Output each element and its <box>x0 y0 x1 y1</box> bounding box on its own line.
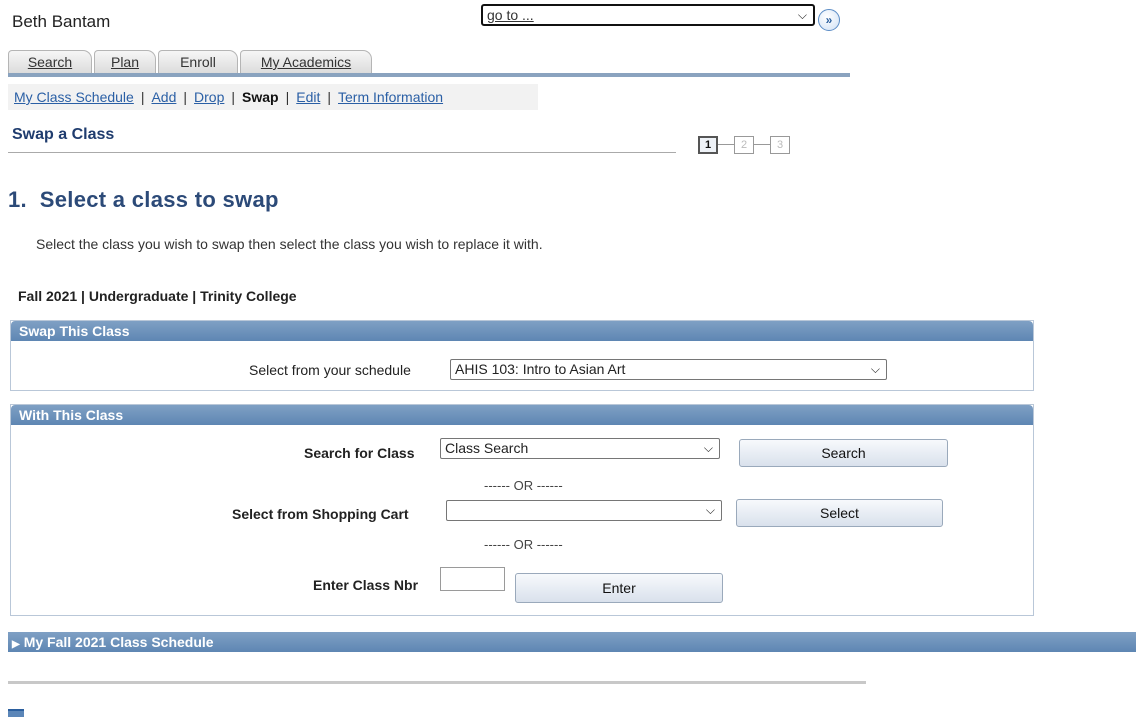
goto-select[interactable]: go to ... ⌵ <box>481 4 815 26</box>
subnav-separator: | <box>183 89 188 105</box>
go-button[interactable]: » <box>818 9 840 31</box>
or-divider: ------ OR ------ <box>484 537 563 552</box>
tab-label: Enroll <box>180 54 216 70</box>
subnav-add[interactable]: Add <box>151 89 176 105</box>
schedule-select-value: AHIS 103: Intro to Asian Art <box>455 361 626 377</box>
subnav-separator: | <box>285 89 290 105</box>
search-button[interactable]: Search <box>739 439 948 467</box>
or-divider: ------ OR ------ <box>484 478 563 493</box>
step-3: 3 <box>770 136 790 154</box>
panel-header: Swap This Class <box>11 321 1033 341</box>
tab-label: My Academics <box>260 54 352 70</box>
select-button[interactable]: Select <box>736 499 943 527</box>
step-connector <box>754 144 770 145</box>
subnav-separator: | <box>140 89 145 105</box>
schedule-select[interactable]: AHIS 103: Intro to Asian Art ⌵ <box>450 359 887 380</box>
tab-enroll[interactable]: Enroll <box>158 50 238 73</box>
shopping-cart-label: Select from Shopping Cart <box>232 506 409 522</box>
search-for-class-select[interactable]: Class Search ⌵ <box>440 438 720 459</box>
subnav-swap-current: Swap <box>242 89 279 105</box>
search-for-class-value: Class Search <box>445 440 529 456</box>
step-connector <box>718 144 734 145</box>
term-label: Fall 2021 | Undergraduate | Trinity Coll… <box>18 288 297 304</box>
tab-search[interactable]: Search <box>8 50 92 73</box>
class-schedule-section-header[interactable]: ▶ My Fall 2021 Class Schedule <box>8 632 1136 652</box>
subnav: My Class Schedule | Add | Drop | Swap | Edit | Ter… <box>8 84 538 110</box>
enter-button[interactable]: Enter <box>515 573 723 603</box>
expand-triangle-icon: ▶ <box>12 639 20 650</box>
class-nbr-input[interactable] <box>440 567 505 591</box>
title-rule <box>8 152 676 153</box>
step-indicator: 1 2 3 <box>698 136 810 156</box>
subnav-separator: | <box>231 89 236 105</box>
subnav-drop[interactable]: Drop <box>194 89 224 105</box>
goto-select-value: go to ... <box>487 7 534 23</box>
swap-this-class-panel: Swap This Class Select from your schedul… <box>10 320 1034 391</box>
shopping-cart-select[interactable]: ⌵ <box>446 500 722 521</box>
schedule-select-label: Select from your schedule <box>249 362 411 378</box>
subnav-edit[interactable]: Edit <box>296 89 320 105</box>
panel-header: With This Class <box>11 405 1033 425</box>
with-this-class-panel: With This Class Search for Class Class S… <box>10 404 1034 616</box>
search-for-class-label: Search for Class <box>304 445 415 461</box>
subnav-term-information[interactable]: Term Information <box>338 89 443 105</box>
page-title: Swap a Class <box>12 126 115 143</box>
chevron-down-icon: ⌵ <box>797 8 807 22</box>
instruction-text: Select the class you wish to swap then s… <box>36 236 543 252</box>
class-schedule-section-title: My Fall 2021 Class Schedule <box>23 634 214 650</box>
chevron-down-icon: ⌵ <box>870 362 880 376</box>
tab-label: Plan <box>110 54 140 70</box>
chevron-down-icon: ⌵ <box>703 441 713 455</box>
window-icon[interactable] <box>8 709 24 717</box>
step-2: 2 <box>734 136 754 154</box>
section-heading: 1. Select a class to swap <box>8 187 279 212</box>
bottom-rule <box>8 681 866 684</box>
step-1: 1 <box>698 136 718 154</box>
subnav-my-class-schedule[interactable]: My Class Schedule <box>14 89 134 105</box>
subnav-separator: | <box>327 89 332 105</box>
tab-plan[interactable]: Plan <box>94 50 156 73</box>
tab-my-academics[interactable]: My Academics <box>240 50 372 73</box>
class-nbr-label: Enter Class Nbr <box>313 577 419 593</box>
tab-rule <box>8 73 850 77</box>
tab-label: Search <box>27 54 73 70</box>
chevron-down-icon: ⌵ <box>705 503 715 517</box>
user-name: Beth Bantam <box>12 12 111 31</box>
